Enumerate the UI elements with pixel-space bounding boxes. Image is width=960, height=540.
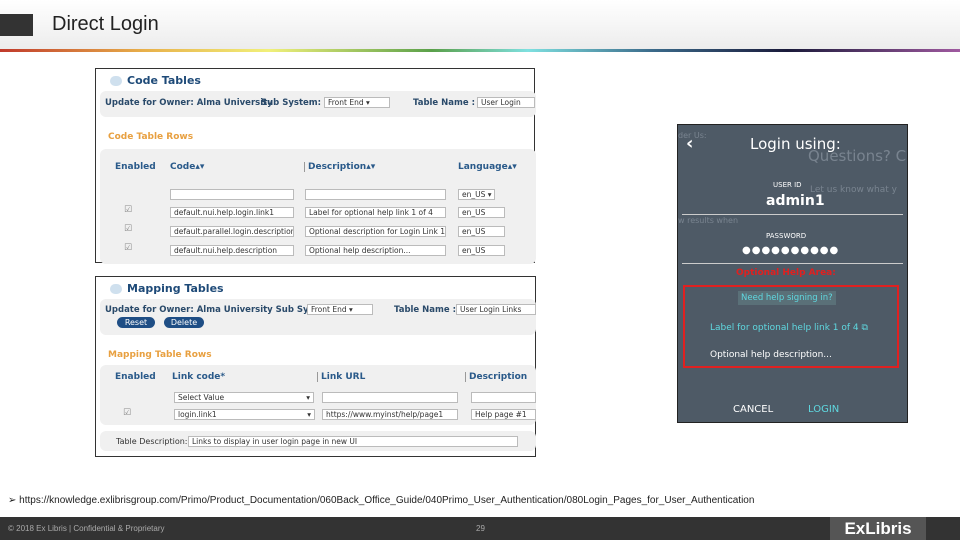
table-description-label: Table Description: bbox=[116, 437, 188, 446]
password-label: PASSWORD bbox=[766, 232, 807, 240]
reset-button[interactable]: Reset bbox=[117, 317, 155, 328]
col-language[interactable]: Language▴▾ bbox=[458, 162, 517, 172]
description-filter-input[interactable] bbox=[471, 392, 536, 403]
mapping-tables-panel: Mapping Tables Update for Owner: Alma Un… bbox=[95, 276, 536, 457]
rainbow-divider bbox=[0, 49, 960, 52]
login-button[interactable]: LOGIN bbox=[808, 404, 839, 415]
background-text: w results when bbox=[678, 216, 739, 225]
col-code[interactable]: Code▴▾ bbox=[170, 162, 204, 172]
page-number: 29 bbox=[476, 524, 485, 533]
col-description[interactable]: Description▴▾ bbox=[304, 162, 375, 172]
table-name-input[interactable]: User Login Links bbox=[456, 304, 536, 315]
arrow-bullet-icon: ➢ bbox=[8, 495, 20, 506]
userid-input[interactable]: admin1 bbox=[766, 193, 825, 209]
panel-title: Mapping Tables bbox=[127, 282, 224, 295]
help-area-label: Optional Help Area: bbox=[736, 268, 836, 278]
table-name-label: Table Name : bbox=[394, 305, 456, 315]
col-enabled[interactable]: Enabled bbox=[115, 372, 156, 382]
table-name-label: Table Name : bbox=[413, 98, 475, 108]
code-input[interactable]: default.nui.help.login.link1 bbox=[170, 207, 294, 218]
owner-label: Update for Owner: Alma University bbox=[105, 98, 273, 108]
page-title: Direct Login bbox=[52, 13, 159, 35]
header-block bbox=[0, 14, 33, 36]
col-enabled[interactable]: Enabled bbox=[115, 162, 156, 172]
reference-link[interactable]: ➢ https://knowledge.exlibrisgroup.com/Pr… bbox=[8, 495, 754, 506]
slide-footer: © 2018 Ex Libris | Confidential & Propri… bbox=[0, 517, 960, 540]
code-filter-input[interactable] bbox=[170, 189, 294, 200]
description-input[interactable]: Help page #1 bbox=[471, 409, 536, 420]
table-description-input[interactable]: Links to display in user login page in n… bbox=[188, 436, 518, 447]
description-input[interactable]: Optional description for Login Link 1 bbox=[305, 226, 446, 237]
language-filter-select[interactable]: en_US ▾ bbox=[458, 189, 495, 200]
code-input[interactable]: default.nui.help.description bbox=[170, 245, 294, 256]
exlibris-logo: ExLibris bbox=[830, 517, 926, 540]
rows-title: Mapping Table Rows bbox=[108, 350, 212, 360]
col-link-code[interactable]: Link code* bbox=[172, 372, 225, 382]
language-input[interactable]: en_US bbox=[458, 226, 505, 237]
slide-header: Direct Login bbox=[0, 0, 960, 50]
copyright: © 2018 Ex Libris | Confidential & Propri… bbox=[8, 524, 165, 533]
col-link-url[interactable]: Link URL bbox=[317, 372, 365, 382]
code-input[interactable]: default.parallel.login.description1 bbox=[170, 226, 294, 237]
need-help-link[interactable]: Need help signing in? bbox=[738, 291, 836, 305]
login-dialog: der Us: Questions? Co Let us know what y… bbox=[677, 124, 908, 423]
url-filter-input[interactable] bbox=[322, 392, 458, 403]
password-input[interactable]: ●●●●●●●●●● bbox=[742, 245, 839, 256]
language-input[interactable]: en_US bbox=[458, 207, 505, 218]
back-arrow-icon[interactable]: ‹ bbox=[686, 133, 693, 154]
chevron-right-icon[interactable] bbox=[110, 76, 122, 86]
table-name-input[interactable]: User Login bbox=[477, 97, 535, 108]
help-description: Optional help description... bbox=[710, 350, 832, 360]
external-link-icon: ⧉ bbox=[861, 323, 868, 333]
description-input[interactable]: Optional help description... bbox=[305, 245, 446, 256]
description-input[interactable]: Label for optional help link 1 of 4 bbox=[305, 207, 446, 218]
cancel-button[interactable]: CANCEL bbox=[733, 404, 773, 415]
chevron-right-icon[interactable] bbox=[110, 284, 122, 294]
language-input[interactable]: en_US bbox=[458, 245, 505, 256]
delete-button[interactable]: Delete bbox=[164, 317, 204, 328]
subsystem-select[interactable]: Front End ▾ bbox=[324, 97, 390, 108]
col-description[interactable]: Description bbox=[465, 372, 527, 382]
dialog-title: Login using: bbox=[750, 135, 841, 153]
enabled-checkbox[interactable]: ☑ bbox=[124, 243, 132, 253]
description-filter-input[interactable] bbox=[305, 189, 446, 200]
link-url-input[interactable]: https://www.myinst/help/page1 bbox=[322, 409, 458, 420]
enabled-checkbox[interactable]: ☑ bbox=[124, 205, 132, 215]
link-code-filter-select[interactable]: Select Value ▾ bbox=[174, 392, 314, 403]
panel-title: Code Tables bbox=[127, 74, 201, 87]
link-code-select[interactable]: login.link1 ▾ bbox=[174, 409, 315, 420]
owner-label: Update for Owner: Alma University Sub Sy… bbox=[105, 305, 339, 315]
code-tables-panel: Code Tables Update for Owner: Alma Unive… bbox=[95, 68, 536, 264]
rows-title: Code Table Rows bbox=[108, 132, 194, 142]
enabled-checkbox[interactable]: ☑ bbox=[123, 408, 131, 418]
enabled-checkbox[interactable]: ☑ bbox=[124, 224, 132, 234]
help-link[interactable]: Label for optional help link 1 of 4 ⧉ bbox=[710, 323, 868, 333]
subsystem-select[interactable]: Front End ▾ bbox=[307, 304, 373, 315]
subsystem-label: Sub System: bbox=[261, 98, 322, 108]
userid-label: USER ID bbox=[773, 181, 802, 189]
